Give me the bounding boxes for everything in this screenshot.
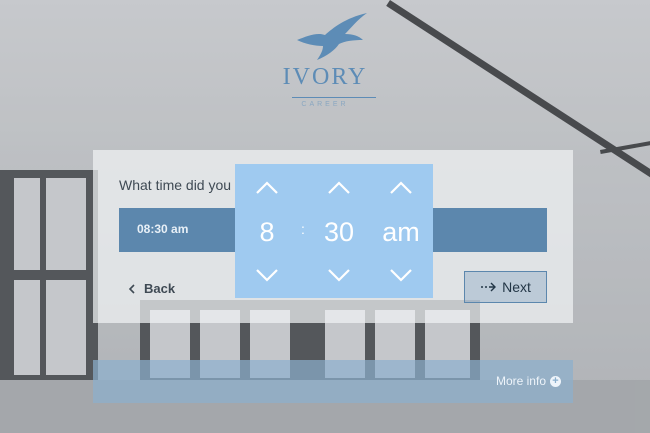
brand-tagline: CAREER bbox=[301, 101, 349, 108]
minute-down-chevron-icon[interactable] bbox=[327, 268, 351, 282]
question-text: What time did you bbox=[119, 177, 232, 193]
hour-down-chevron-icon[interactable] bbox=[255, 268, 279, 282]
more-info-link[interactable]: More info + bbox=[496, 374, 561, 388]
period-column: am bbox=[373, 164, 429, 298]
back-label: Back bbox=[144, 281, 176, 296]
brand-divider bbox=[292, 97, 376, 98]
period-value: am bbox=[382, 217, 420, 247]
minute-value: 30 bbox=[323, 217, 355, 247]
more-info-bar[interactable]: More info + bbox=[93, 360, 573, 403]
minute-column: 30 bbox=[311, 164, 367, 298]
minute-up-chevron-icon[interactable] bbox=[327, 181, 351, 195]
time-picker: 8 : 30 am bbox=[235, 164, 433, 298]
eagle-logo-icon bbox=[297, 13, 367, 60]
period-up-chevron-icon[interactable] bbox=[389, 181, 413, 195]
time-input-value: 08:30 am bbox=[137, 222, 189, 236]
plus-circle-icon: + bbox=[550, 375, 561, 387]
hour-column: 8 bbox=[239, 164, 295, 298]
back-button[interactable]: Back bbox=[128, 281, 175, 296]
period-down-chevron-icon[interactable] bbox=[389, 268, 413, 282]
chevron-left-icon bbox=[128, 283, 135, 294]
next-button[interactable]: Next bbox=[464, 271, 547, 303]
dotted-arrow-right-icon bbox=[481, 282, 497, 292]
hour-up-chevron-icon[interactable] bbox=[255, 181, 279, 195]
more-info-label: More info bbox=[495, 374, 546, 388]
hour-value: 8 bbox=[259, 217, 275, 247]
next-label: Next bbox=[502, 279, 531, 295]
brand-name: IVORY bbox=[282, 64, 368, 90]
time-separator: : bbox=[301, 221, 305, 237]
